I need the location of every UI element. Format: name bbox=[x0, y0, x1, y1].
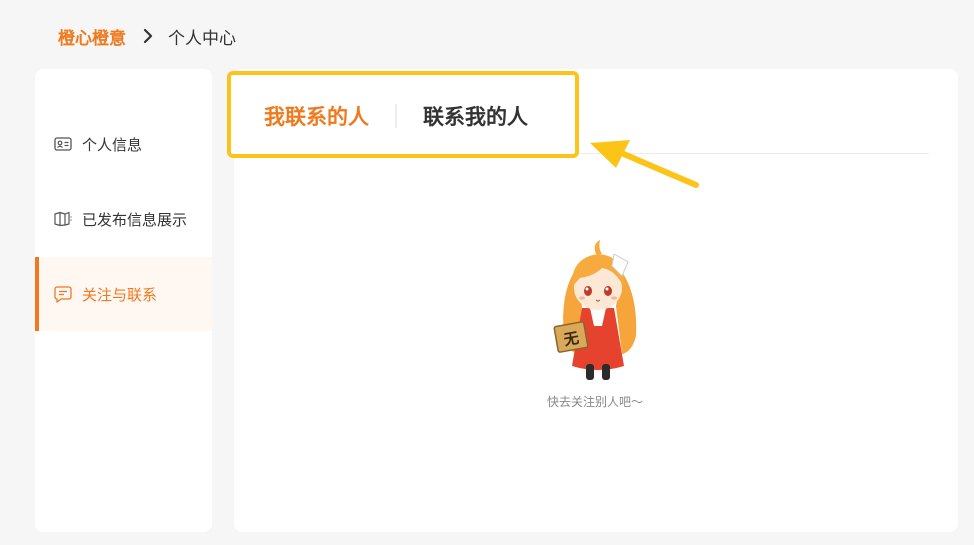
annotation-arrow-icon bbox=[590, 140, 699, 188]
empty-mascot-illustration: 无 bbox=[553, 240, 637, 380]
sidebar-item-label: 关注与联系 bbox=[82, 285, 158, 304]
tab-bar: 我联系的人 联系我的人 bbox=[264, 100, 528, 132]
brochure-icon bbox=[53, 209, 73, 229]
tab-i-contacted[interactable]: 我联系的人 bbox=[264, 101, 369, 131]
tab-divider bbox=[395, 104, 397, 128]
id-card-icon bbox=[53, 134, 73, 154]
breadcrumb-current: 个人中心 bbox=[168, 28, 236, 49]
sidebar-item-label: 已发布信息展示 bbox=[82, 210, 188, 229]
breadcrumb-home-link[interactable]: 橙心橙意 bbox=[58, 24, 126, 49]
empty-state-message: 快去关注别人吧～ bbox=[546, 395, 643, 409]
breadcrumb: 橙心橙意 个人中心 bbox=[58, 24, 236, 49]
sidebar-item-personal-info[interactable]: 个人信息 bbox=[35, 107, 212, 181]
sidebar-item-label: 个人信息 bbox=[82, 135, 143, 154]
empty-badge-text: 无 bbox=[561, 329, 580, 350]
message-icon bbox=[53, 284, 73, 304]
chevron-right-icon bbox=[142, 28, 154, 44]
tab-contacted-me[interactable]: 联系我的人 bbox=[423, 101, 528, 131]
sidebar: 个人信息 已发布信息展示 关注与联系 bbox=[35, 69, 212, 532]
sidebar-item-published-info[interactable]: 已发布信息展示 bbox=[35, 182, 212, 256]
sidebar-item-follow-contact[interactable]: 关注与联系 bbox=[35, 257, 212, 331]
